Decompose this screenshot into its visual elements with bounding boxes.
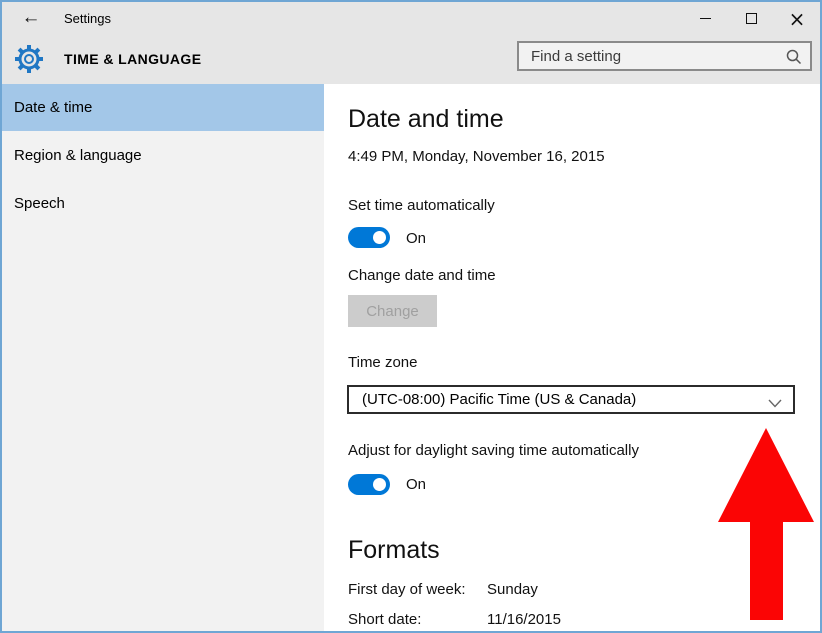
titlebar: ← Settings × [2,2,820,35]
close-button[interactable]: × [774,2,820,35]
sidebar-item-label: Region & language [14,146,142,164]
sidebar-item-date-time[interactable]: Date & time [2,84,324,131]
page-heading: Date and time [348,105,504,133]
gear-icon [14,44,44,79]
time-zone-label: Time zone [348,354,418,371]
search-box [517,41,812,71]
time-zone-value: (UTC-08:00) Pacific Time (US & Canada) [362,391,637,408]
sidebar-item-label: Speech [14,194,65,212]
format-value: Sunday [487,581,538,598]
sidebar: Date & time Region & language Speech [2,84,324,631]
caption-buttons: × [682,2,820,35]
minimize-button[interactable] [682,2,728,35]
toggle-knob [373,231,386,244]
change-button: Change [348,295,437,327]
page-title: TIME & LANGUAGE [64,51,202,67]
toggle-knob [373,478,386,491]
current-datetime: 4:49 PM, Monday, November 16, 2015 [348,148,605,165]
formats-heading: Formats [348,536,440,564]
header: TIME & LANGUAGE [2,35,820,84]
sidebar-item-label: Date & time [14,99,93,116]
chevron-down-icon [768,395,782,413]
time-zone-dropdown[interactable]: (UTC-08:00) Pacific Time (US & Canada) [347,385,795,414]
back-icon: ← [21,7,41,28]
search-input[interactable] [519,43,810,69]
set-time-toggle[interactable] [348,227,390,248]
settings-window: ← Settings × TIME & LANGUAGE Find a sett… [0,0,822,633]
change-date-label: Change date and time [348,267,496,284]
window-title: Settings [64,11,111,26]
dst-state: On [406,476,427,493]
maximize-icon [745,13,757,24]
format-value: 11/16/2015 [487,611,561,628]
format-label: Short date: [348,611,422,628]
minimize-icon [699,18,711,19]
sidebar-item-region-language[interactable]: Region & language [2,131,324,179]
close-icon: × [788,6,806,31]
sidebar-item-speech[interactable]: Speech [2,179,324,227]
dst-toggle[interactable] [348,474,390,495]
search-icon[interactable] [785,48,803,71]
back-button[interactable]: ← [16,4,46,32]
set-time-label: Set time automatically [348,197,495,214]
dst-label: Adjust for daylight saving time automati… [348,442,639,459]
main-content: Date and time 4:49 PM, Monday, November … [324,84,820,631]
format-label: First day of week: [348,581,466,598]
maximize-button[interactable] [728,2,774,35]
set-time-state: On [406,230,427,247]
